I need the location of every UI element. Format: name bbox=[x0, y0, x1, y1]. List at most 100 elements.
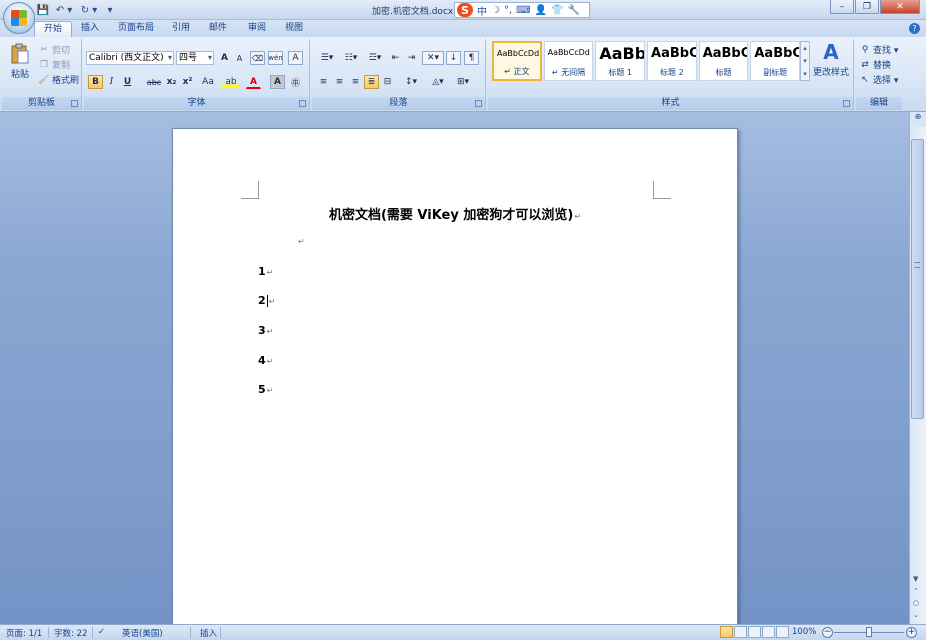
italic-button[interactable]: I bbox=[104, 75, 119, 89]
style-heading-1[interactable]: AaBb 标题 1 bbox=[595, 41, 646, 81]
style-normal[interactable]: AaBbCcDd ↵ 正文 bbox=[492, 41, 542, 81]
cut-button[interactable]: ✂ 剪切 bbox=[38, 43, 70, 57]
bullets-button[interactable]: ☰▾ bbox=[316, 51, 338, 65]
copy-button[interactable]: ❐ 复制 bbox=[38, 58, 70, 72]
ime-skin-icon[interactable]: 👕 bbox=[551, 5, 563, 16]
grow-font-button[interactable]: A bbox=[217, 51, 232, 65]
list-item[interactable]: 5↵ bbox=[258, 383, 273, 396]
scrollbar-thumb[interactable] bbox=[911, 139, 924, 419]
next-page-icon[interactable]: ⌄ bbox=[913, 611, 919, 619]
clipboard-launcher-icon[interactable] bbox=[71, 100, 78, 107]
align-right-button[interactable]: ≡ bbox=[348, 75, 363, 89]
format-painter-button[interactable]: 🖌 格式刷 bbox=[38, 73, 79, 87]
zoom-level[interactable]: 100% bbox=[792, 627, 816, 637]
full-screen-reading-icon[interactable] bbox=[734, 626, 747, 638]
ime-tools-icon[interactable]: 🔧 bbox=[568, 5, 580, 16]
styles-gallery-scroll[interactable]: ▴ ▾ ▾ bbox=[800, 41, 810, 81]
strikethrough-button[interactable]: abc bbox=[144, 75, 164, 89]
scroll-down-icon[interactable]: ▼ bbox=[913, 575, 918, 583]
web-layout-icon[interactable] bbox=[748, 626, 761, 638]
tab-mailings[interactable]: 邮件 bbox=[200, 21, 236, 37]
select-button[interactable]: ↖ 选择 ▾ bbox=[859, 73, 898, 87]
ime-toolbar[interactable]: S 中 ☽ °, ⌨ 👤 👕 🔧 bbox=[454, 2, 590, 18]
font-launcher-icon[interactable] bbox=[299, 100, 306, 107]
browse-object-icon[interactable]: ○ bbox=[913, 599, 919, 607]
styles-launcher-icon[interactable] bbox=[843, 100, 850, 107]
tab-references[interactable]: 引用 bbox=[163, 21, 199, 37]
ime-user-icon[interactable]: 👤 bbox=[535, 5, 547, 16]
ime-halfwidth-icon[interactable]: ☽ bbox=[491, 5, 500, 16]
enclose-char-button[interactable]: ㊥ bbox=[288, 75, 303, 89]
subscript-button[interactable]: x₂ bbox=[164, 75, 179, 89]
restore-button[interactable]: ❐ bbox=[855, 0, 879, 14]
ime-keyboard-icon[interactable]: ⌨ bbox=[516, 5, 530, 16]
underline-button[interactable]: U bbox=[120, 75, 135, 89]
tab-view[interactable]: 视图 bbox=[276, 21, 312, 37]
sort-button[interactable]: ↓ bbox=[446, 51, 461, 65]
font-size-combo[interactable]: 四号 bbox=[176, 51, 214, 65]
zoom-out-icon[interactable]: − bbox=[822, 627, 833, 638]
tab-home[interactable]: 开始 bbox=[34, 21, 73, 37]
tab-insert[interactable]: 插入 bbox=[72, 21, 108, 37]
tab-review[interactable]: 审阅 bbox=[239, 21, 275, 37]
outline-view-icon[interactable] bbox=[762, 626, 775, 638]
list-item[interactable]: 3↵ bbox=[258, 324, 273, 337]
status-page[interactable]: 页面: 1/1 bbox=[6, 627, 42, 639]
tab-page-layout[interactable]: 页面布局 bbox=[109, 21, 163, 37]
change-case-button[interactable]: Aa bbox=[198, 75, 218, 89]
find-button[interactable]: ⚲ 查找 ▾ bbox=[859, 43, 899, 57]
style-heading-2[interactable]: AaBbC 标题 2 bbox=[647, 41, 697, 81]
style-subtitle[interactable]: AaBbC 副标题 bbox=[750, 41, 801, 81]
paste-button[interactable]: 粘贴 bbox=[8, 43, 32, 80]
status-insert-mode[interactable]: 插入 bbox=[200, 627, 217, 639]
close-button[interactable]: ✕ bbox=[880, 0, 920, 14]
show-marks-button[interactable]: ¶ bbox=[464, 51, 479, 65]
shading-button[interactable]: ◬▾ bbox=[426, 75, 450, 89]
print-layout-icon[interactable] bbox=[720, 626, 733, 638]
replace-button[interactable]: ⇄ 替换 bbox=[859, 58, 891, 72]
justify-button[interactable]: ≣ bbox=[364, 75, 379, 89]
status-word-count[interactable]: 字数: 22 bbox=[54, 627, 87, 639]
document-page[interactable]: 机密文档(需要 ViKey 加密狗才可以浏览)↵ ↵ 1↵ 2 ↵ 3↵ 4↵ 5… bbox=[172, 128, 738, 624]
font-color-button[interactable]: A bbox=[246, 75, 261, 89]
distribute-button[interactable]: ⊟ bbox=[380, 75, 395, 89]
multilevel-list-button[interactable]: ☲▾ bbox=[364, 51, 386, 65]
char-border-button[interactable]: A bbox=[288, 51, 303, 65]
align-left-button[interactable]: ≡ bbox=[316, 75, 331, 89]
ruler-toggle-button[interactable]: ⊕ bbox=[909, 112, 926, 127]
font-name-combo[interactable]: Calibri (西文正文) bbox=[86, 51, 174, 65]
zoom-in-icon[interactable]: + bbox=[906, 627, 917, 638]
clear-format-button[interactable]: ⌫ bbox=[250, 51, 265, 65]
increase-indent-button[interactable]: ⇥ bbox=[404, 51, 419, 65]
proofing-icon[interactable]: ✓ bbox=[98, 627, 105, 637]
document-title[interactable]: 机密文档(需要 ViKey 加密狗才可以浏览)↵ bbox=[173, 204, 737, 223]
bold-button[interactable]: B bbox=[88, 75, 103, 89]
draft-view-icon[interactable] bbox=[776, 626, 789, 638]
zoom-slider-thumb[interactable] bbox=[866, 627, 872, 637]
sogou-logo-icon[interactable]: S bbox=[457, 3, 473, 17]
style-title[interactable]: AaBbC 标题 bbox=[698, 41, 749, 81]
highlight-button[interactable]: ab bbox=[222, 75, 240, 89]
list-item[interactable]: 4↵ bbox=[258, 354, 273, 367]
minimize-button[interactable]: – bbox=[830, 0, 854, 14]
chinese-layout-button[interactable]: ✕▾ bbox=[422, 51, 444, 65]
list-item[interactable]: 2 ↵ bbox=[258, 294, 275, 307]
line-spacing-button[interactable]: ↕▾ bbox=[400, 75, 422, 89]
paragraph-launcher-icon[interactable] bbox=[475, 100, 482, 107]
char-shading-button[interactable]: A bbox=[270, 75, 285, 89]
align-center-button[interactable]: ≡ bbox=[332, 75, 347, 89]
vertical-scrollbar[interactable]: ▼ ⌃ ○ ⌄ bbox=[909, 127, 926, 624]
save-icon[interactable]: 💾 bbox=[36, 3, 50, 17]
borders-button[interactable]: ⊞▾ bbox=[452, 75, 474, 89]
decrease-indent-button[interactable]: ⇤ bbox=[388, 51, 403, 65]
undo-icon[interactable]: ↶ ▾ bbox=[53, 3, 75, 17]
ime-punctuation-icon[interactable]: °, bbox=[504, 5, 512, 16]
numbering-button[interactable]: ☷▾ bbox=[340, 51, 362, 65]
style-no-spacing[interactable]: AaBbCcDd ↵ 无间隔 bbox=[543, 41, 594, 81]
customize-qat-icon[interactable]: ▾ bbox=[103, 3, 117, 17]
shrink-font-button[interactable]: A bbox=[232, 51, 247, 65]
help-icon[interactable]: ? bbox=[909, 23, 920, 34]
redo-icon[interactable]: ↻ ▾ bbox=[78, 3, 100, 17]
office-button[interactable] bbox=[3, 2, 35, 34]
phonetic-guide-button[interactable]: wén bbox=[268, 51, 283, 65]
